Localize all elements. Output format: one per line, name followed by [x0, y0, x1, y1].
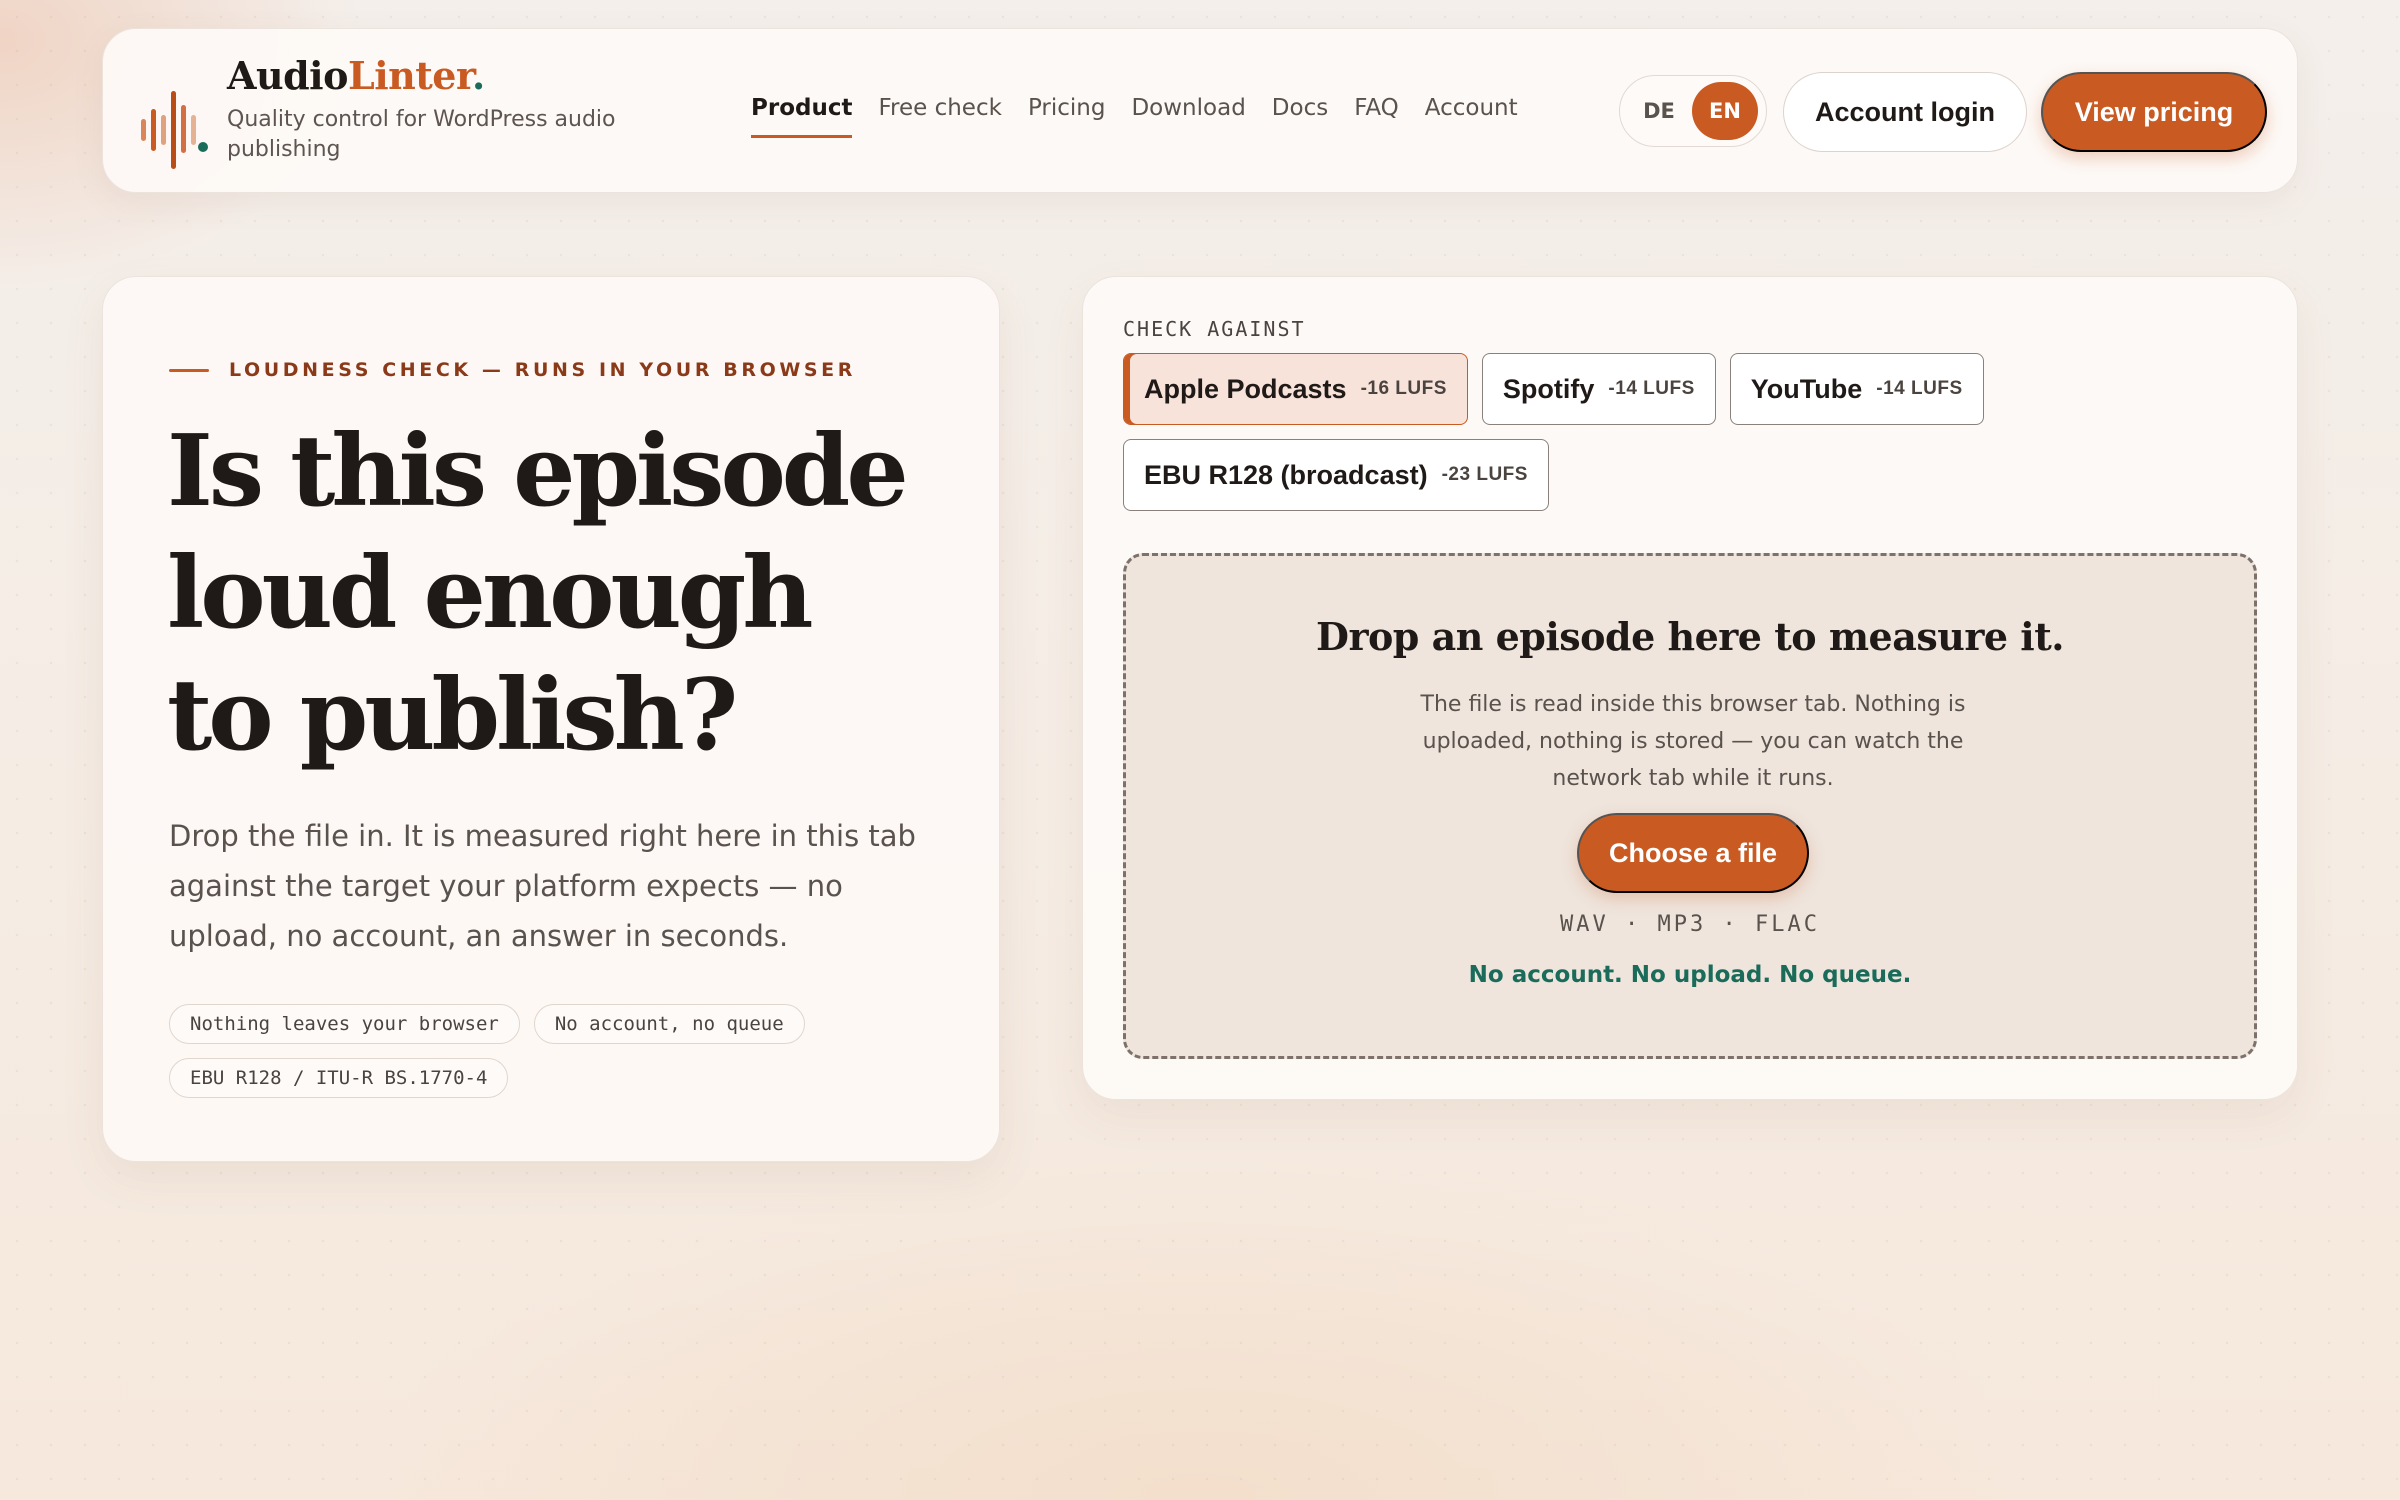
nav-item-product[interactable]: Product — [751, 95, 853, 138]
chip-nothing-leaves-browser: Nothing leaves your browser — [169, 1004, 520, 1044]
target-lufs: -16 LUFS — [1360, 378, 1447, 399]
target-apple-podcasts[interactable]: Apple Podcasts -16 LUFS — [1123, 353, 1468, 425]
hero-card: LOUDNESS CHECK — RUNS IN YOUR BROWSER Is… — [102, 276, 1000, 1162]
eyebrow-text: LOUDNESS CHECK — RUNS IN YOUR BROWSER — [229, 359, 856, 381]
hero-headline: Is this episode loud enough to publish? — [167, 411, 967, 777]
target-youtube[interactable]: YouTube -14 LUFS — [1729, 353, 1984, 425]
check-against-label: CHECK AGAINST — [1123, 317, 1306, 341]
nav-item-free-check[interactable]: Free check — [878, 95, 1001, 138]
hero-lede: Drop the file in. It is measured right h… — [169, 819, 916, 953]
loudness-checker-card: CHECK AGAINST Apple Podcasts -16 LUFS Sp… — [1082, 276, 2298, 1100]
eyebrow-line — [169, 368, 209, 372]
chip-standard: EBU R128 / ITU-R BS.1770-4 — [169, 1058, 509, 1098]
nav-item-pricing[interactable]: Pricing — [1028, 95, 1106, 138]
target-lufs: -14 LUFS — [1876, 378, 1963, 399]
supported-formats: WAV · MP3 · FLAC — [1560, 912, 1820, 937]
main-nav: Product Free check Pricing Download Docs… — [751, 95, 1518, 138]
waveform-icon — [141, 91, 208, 169]
brand-name-part1: Audio — [227, 53, 348, 98]
file-dropzone[interactable]: Drop an episode here to measure it. The … — [1123, 553, 2257, 1059]
dropzone-title: Drop an episode here to measure it. — [1315, 614, 2065, 659]
brand-tagline: Quality control for WordPress audio publ… — [227, 106, 616, 162]
brand-name[interactable]: AudioLinter. — [227, 53, 627, 99]
headline-line-2: loud enough — [167, 536, 813, 651]
target-ebu-r128[interactable]: EBU R128 (broadcast) -23 LUFS — [1123, 439, 1549, 511]
nav-item-docs[interactable]: Docs — [1272, 95, 1328, 138]
brand-name-dot: . — [472, 53, 485, 98]
language-option-en[interactable]: EN — [1692, 82, 1758, 140]
language-option-de[interactable]: DE — [1626, 82, 1692, 140]
privacy-note: No account. No upload. No queue. — [1468, 962, 1912, 988]
chip-no-account: No account, no queue — [533, 1004, 805, 1044]
target-name: Spotify — [1502, 373, 1595, 404]
choose-file-button[interactable]: Choose a file — [1577, 813, 1809, 893]
hero-eyebrow: LOUDNESS CHECK — RUNS IN YOUR BROWSER — [169, 359, 856, 381]
site-header: AudioLinter. Quality control for WordPre… — [102, 28, 2298, 193]
target-name: YouTube — [1750, 373, 1863, 404]
account-login-button[interactable]: Account login — [1783, 72, 2027, 152]
target-selector: Apple Podcasts -16 LUFS Spotify -14 LUFS… — [1123, 353, 2263, 511]
brand: AudioLinter. Quality control for WordPre… — [227, 53, 627, 165]
nav-item-faq[interactable]: FAQ — [1354, 95, 1399, 138]
nav-item-account[interactable]: Account — [1425, 95, 1518, 138]
target-lufs: -14 LUFS — [1608, 378, 1695, 399]
nav-item-download[interactable]: Download — [1131, 95, 1245, 138]
headline-line-3: to publish? — [167, 658, 738, 773]
headline-line-1: Is this episode — [167, 414, 909, 529]
view-pricing-button[interactable]: View pricing — [2041, 72, 2267, 152]
brand-name-part2: Linter — [347, 53, 473, 98]
target-name: EBU R128 (broadcast) — [1144, 459, 1428, 490]
hero-chips: Nothing leaves your browser No account, … — [169, 1004, 949, 1098]
target-lufs: -23 LUFS — [1441, 464, 1528, 485]
language-switcher: DE EN — [1619, 75, 1767, 147]
target-spotify[interactable]: Spotify -14 LUFS — [1481, 353, 1716, 425]
dropzone-description: The file is read inside this browser tab… — [1420, 692, 1966, 791]
target-name: Apple Podcasts — [1144, 373, 1347, 404]
